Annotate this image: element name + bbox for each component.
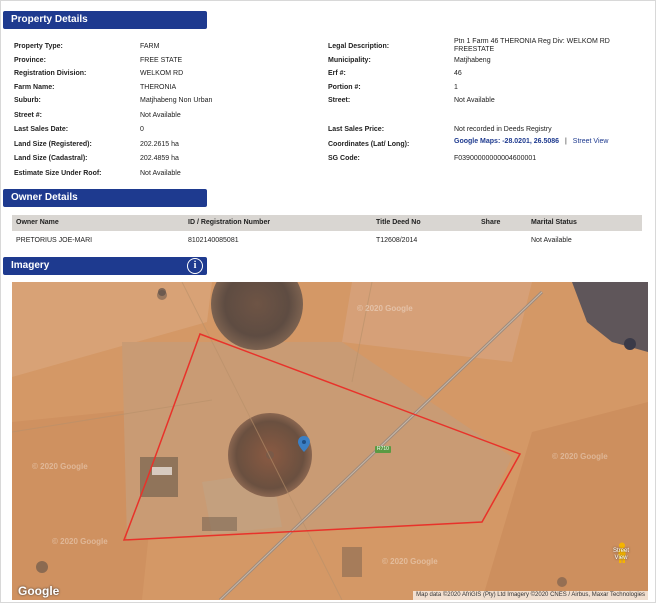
google-watermark: © 2020 Google bbox=[32, 462, 88, 471]
registration-division-value: WELKOM RD bbox=[140, 70, 184, 77]
suburb-label: Suburb: bbox=[14, 97, 41, 104]
sg-code-label: SG Code: bbox=[328, 155, 360, 162]
col-id-registration: ID / Registration Number bbox=[188, 219, 271, 226]
farmstead bbox=[140, 457, 178, 497]
farm-name-label: Farm Name: bbox=[14, 84, 55, 91]
property-type-value: FARM bbox=[140, 43, 160, 50]
registration-division-label: Registration Division: bbox=[14, 70, 87, 77]
google-maps-link[interactable]: Google Maps: -28.0201, 26.5086 bbox=[454, 138, 559, 145]
col-marital-status: Marital Status bbox=[531, 219, 577, 226]
farmstead bbox=[342, 547, 362, 577]
road-label: R710 bbox=[375, 446, 391, 453]
farmstead bbox=[202, 517, 237, 531]
land-size-registered-label: Land Size (Registered): bbox=[14, 141, 92, 148]
street-number-value: Not Available bbox=[140, 112, 181, 119]
pin-dot bbox=[302, 440, 306, 444]
sg-code-value: F03900000000004600001 bbox=[454, 155, 537, 162]
last-sales-date-value: 0 bbox=[140, 126, 144, 133]
municipality-label: Municipality: bbox=[328, 57, 371, 64]
satellite-map[interactable]: © 2020 Google © 2020 Google © 2020 Googl… bbox=[12, 282, 648, 600]
tree bbox=[557, 577, 567, 587]
imagery-title: Imagery bbox=[11, 260, 50, 271]
tree bbox=[157, 290, 167, 300]
legal-description-value: Ptn 1 Farm 46 THERONIA Reg Div: WELKOM R… bbox=[454, 38, 610, 53]
property-details-title: Property Details bbox=[11, 14, 88, 25]
owner-details-header: Owner Details bbox=[3, 189, 207, 207]
tree bbox=[36, 561, 48, 573]
erf-number-value: 46 bbox=[454, 70, 462, 77]
building bbox=[152, 467, 172, 475]
col-share: Share bbox=[481, 219, 501, 226]
street-view-control-label[interactable]: Street View bbox=[608, 548, 634, 562]
legal-description-label: Legal Description: bbox=[328, 43, 390, 50]
owner-name-cell: PRETORIUS JOE-MARI bbox=[16, 237, 93, 244]
info-icon[interactable]: i bbox=[187, 258, 203, 274]
portion-number-label: Portion #: bbox=[328, 84, 361, 91]
coordinates-value: Google Maps: -28.0201, 26.5086 | Street … bbox=[454, 138, 608, 145]
property-type-label: Property Type: bbox=[14, 43, 63, 50]
property-details-header: Property Details bbox=[3, 11, 207, 29]
google-watermark: © 2020 Google bbox=[52, 537, 108, 546]
map-attribution: Map data ©2020 AfriGIS (Pty) Ltd Imagery… bbox=[413, 591, 648, 600]
dark-patch bbox=[624, 338, 636, 350]
farm-name-value: THERONIA bbox=[140, 84, 177, 91]
suburb-value: Matjhabeng Non Urban bbox=[140, 97, 213, 104]
erf-number-label: Erf #: bbox=[328, 70, 346, 77]
owner-table-header: Owner Name ID / Registration Number Titl… bbox=[12, 215, 642, 231]
map-imagery bbox=[12, 282, 648, 600]
title-deed-cell: T12608/2014 bbox=[376, 237, 418, 244]
street-view-link[interactable]: Street View bbox=[573, 138, 609, 145]
province-label: Province: bbox=[14, 57, 46, 64]
id-number-cell: 8102140085081 bbox=[188, 237, 239, 244]
last-sales-date-label: Last Sales Date: bbox=[14, 126, 69, 133]
google-watermark: © 2020 Google bbox=[382, 557, 438, 566]
col-owner-name: Owner Name bbox=[16, 219, 59, 226]
municipality-value: Matjhabeng bbox=[454, 57, 491, 64]
portion-number-value: 1 bbox=[454, 84, 458, 91]
land-size-cadastral-label: Land Size (Cadastral): bbox=[14, 155, 88, 162]
street-label: Street: bbox=[328, 97, 351, 104]
land-size-registered-value: 202.2615 ha bbox=[140, 141, 179, 148]
google-watermark: © 2020 Google bbox=[552, 452, 608, 461]
owner-details-title: Owner Details bbox=[11, 192, 78, 203]
marital-status-cell: Not Available bbox=[531, 237, 572, 244]
province-value: FREE STATE bbox=[140, 57, 183, 64]
street-number-label: Street #: bbox=[14, 112, 43, 119]
col-title-deed: Title Deed No bbox=[376, 219, 421, 226]
coordinates-separator: | bbox=[565, 138, 567, 145]
last-sales-price-label: Last Sales Price: bbox=[328, 126, 385, 133]
last-sales-price-value: Not recorded in Deeds Registry bbox=[454, 126, 552, 133]
estimate-size-roof-value: Not Available bbox=[140, 170, 181, 177]
street-value: Not Available bbox=[454, 97, 495, 104]
table-row: PRETORIUS JOE-MARI 8102140085081 T12608/… bbox=[12, 233, 642, 247]
imagery-header: Imagery bbox=[3, 257, 207, 275]
estimate-size-roof-label: Estimate Size Under Roof: bbox=[14, 170, 102, 177]
google-watermark: © 2020 Google bbox=[357, 304, 413, 313]
land-size-cadastral-value: 202.4859 ha bbox=[140, 155, 179, 162]
coordinates-label: Coordinates (Lat/ Long): bbox=[328, 141, 410, 148]
google-logo: Google bbox=[18, 584, 60, 598]
